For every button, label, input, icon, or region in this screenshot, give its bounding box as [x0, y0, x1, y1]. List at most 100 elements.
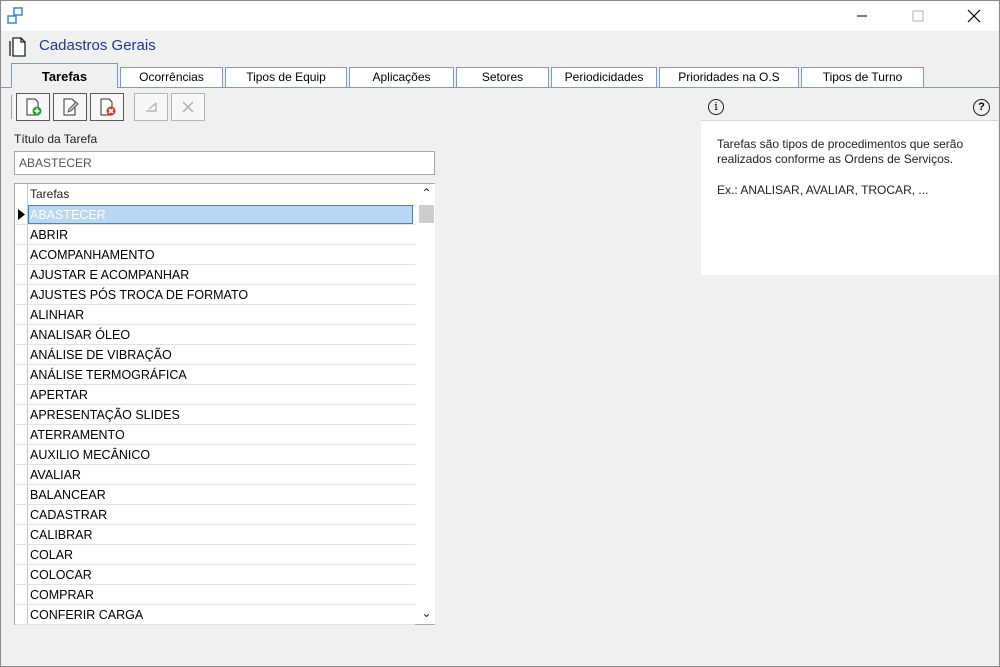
document-icon: [9, 37, 26, 57]
table-row[interactable]: COMPRAR: [15, 585, 415, 605]
grid-header: Tarefas: [15, 184, 415, 206]
app-window: Cadastros Gerais Tarefas Ocorrências Tip…: [0, 0, 1000, 667]
column-header-tarefas[interactable]: Tarefas: [30, 187, 69, 201]
table-row[interactable]: AUXILIO MECÂNICO: [15, 445, 415, 465]
minimize-icon: [857, 15, 867, 17]
scroll-up-icon[interactable]: ⌃: [418, 186, 435, 203]
table-row[interactable]: BALANCEAR: [15, 485, 415, 505]
row-indicator[interactable]: [15, 605, 28, 624]
row-task-name: AVALIAR: [30, 468, 81, 482]
tasks-grid[interactable]: Tarefas ABASTECER ABRIR ACOMPANHAMENTO AJUS…: [14, 183, 435, 625]
row-task-name: CONFERIR CARGA: [30, 608, 144, 622]
table-row[interactable]: ALINHAR: [15, 305, 415, 325]
tab-tarefas[interactable]: Tarefas: [11, 63, 118, 88]
table-row[interactable]: APERTAR: [15, 385, 415, 405]
tab-prioridades[interactable]: Prioridades na O.S: [659, 67, 799, 87]
row-task-name: CALIBRAR: [30, 528, 93, 542]
help-example: Ex.: ANALISAR, AVALIAR, TROCAR, ...: [717, 183, 929, 197]
row-task-name: CADASTRAR: [30, 508, 108, 522]
row-indicator[interactable]: [15, 485, 28, 504]
row-task-name: ANALISAR ÓLEO: [30, 328, 131, 342]
row-indicator[interactable]: [15, 525, 28, 544]
save-icon: [146, 102, 157, 112]
row-indicator[interactable]: [15, 325, 28, 344]
row-task-name: ACOMPANHAMENTO: [30, 248, 155, 262]
row-indicator[interactable]: [15, 365, 28, 384]
help-description: Tarefas são tipos de procedimentos que s…: [717, 137, 964, 166]
table-row[interactable]: CONFERIR CARGA: [15, 605, 415, 625]
row-indicator[interactable]: [15, 205, 28, 224]
row-task-name: ABASTECER: [30, 208, 106, 222]
save-button[interactable]: [134, 93, 168, 121]
help-icon[interactable]: ?: [973, 99, 990, 116]
edit-button[interactable]: [53, 93, 87, 121]
row-indicator[interactable]: [15, 225, 28, 244]
scroll-down-icon[interactable]: ⌄: [418, 606, 435, 623]
edit-icon: [63, 98, 79, 116]
row-task-name: APRESENTAÇÃO SLIDES: [30, 408, 180, 422]
table-row[interactable]: ATERRAMENTO: [15, 425, 415, 445]
current-row-arrow-icon: [18, 209, 25, 220]
row-indicator[interactable]: [15, 565, 28, 584]
toolbar-separator: [11, 95, 15, 119]
row-indicator[interactable]: [15, 445, 28, 464]
table-row[interactable]: AJUSTAR E ACOMPANHAR: [15, 265, 415, 285]
row-task-name: ABRIR: [30, 228, 69, 242]
table-row[interactable]: COLAR: [15, 545, 415, 565]
row-indicator[interactable]: [15, 505, 28, 524]
row-indicator[interactable]: [15, 425, 28, 444]
row-indicator[interactable]: [15, 385, 28, 404]
table-row[interactable]: ANÁLISE TERMOGRÁFICA: [15, 365, 415, 385]
vertical-scrollbar[interactable]: ⌃ ⌄: [418, 184, 435, 624]
help-panel-bar: i ?: [701, 95, 998, 121]
maximize-icon: [912, 10, 924, 22]
tab-ocorrencias[interactable]: Ocorrências: [120, 67, 223, 87]
new-icon: [26, 98, 42, 116]
cancel-button[interactable]: [171, 93, 205, 121]
table-row[interactable]: CALIBRAR: [15, 525, 415, 545]
row-indicator[interactable]: [15, 245, 28, 264]
close-button[interactable]: [951, 1, 997, 31]
row-indicator[interactable]: [15, 405, 28, 424]
row-task-name: BALANCEAR: [30, 488, 106, 502]
cancel-icon: [182, 101, 194, 113]
app-icon: [7, 7, 23, 24]
close-icon: [967, 9, 981, 23]
minimize-button[interactable]: [839, 1, 885, 31]
row-task-name: AJUSTAR E ACOMPANHAR: [30, 268, 190, 282]
tabs-baseline: [1, 87, 999, 88]
row-indicator[interactable]: [15, 265, 28, 284]
row-indicator[interactable]: [15, 545, 28, 564]
tab-tipos-de-turno[interactable]: Tipos de Turno: [801, 67, 924, 87]
table-row[interactable]: ABASTECER: [15, 205, 415, 225]
row-indicator[interactable]: [15, 285, 28, 304]
title-bar[interactable]: [1, 1, 999, 31]
table-row[interactable]: CADASTRAR: [15, 505, 415, 525]
scroll-thumb[interactable]: [419, 205, 434, 223]
tab-aplicacoes[interactable]: Aplicações: [349, 67, 454, 87]
tab-tipos-de-equip[interactable]: Tipos de Equip: [225, 67, 347, 87]
tab-setores[interactable]: Setores: [456, 67, 549, 87]
form-header: Cadastros Gerais: [1, 31, 999, 61]
table-row[interactable]: APRESENTAÇÃO SLIDES: [15, 405, 415, 425]
row-indicator[interactable]: [15, 345, 28, 364]
row-task-name: COLOCAR: [30, 568, 92, 582]
row-task-name: ANÁLISE DE VIBRAÇÃO: [30, 348, 172, 362]
info-icon[interactable]: i: [708, 99, 724, 115]
maximize-button[interactable]: [895, 1, 941, 31]
table-row[interactable]: ABRIR: [15, 225, 415, 245]
delete-button[interactable]: [90, 93, 124, 121]
table-row[interactable]: AVALIAR: [15, 465, 415, 485]
table-row[interactable]: COLOCAR: [15, 565, 415, 585]
table-row[interactable]: ACOMPANHAMENTO: [15, 245, 415, 265]
row-indicator[interactable]: [15, 305, 28, 324]
row-indicator[interactable]: [15, 585, 28, 604]
table-row[interactable]: ANÁLISE DE VIBRAÇÃO: [15, 345, 415, 365]
table-row[interactable]: ANALISAR ÓLEO: [15, 325, 415, 345]
page-title: Cadastros Gerais: [39, 37, 156, 54]
row-indicator[interactable]: [15, 465, 28, 484]
table-row[interactable]: AJUSTES PÓS TROCA DE FORMATO: [15, 285, 415, 305]
task-title-input[interactable]: [14, 151, 435, 175]
tab-periodicidades[interactable]: Periodicidades: [551, 67, 657, 87]
new-button[interactable]: [16, 93, 50, 121]
